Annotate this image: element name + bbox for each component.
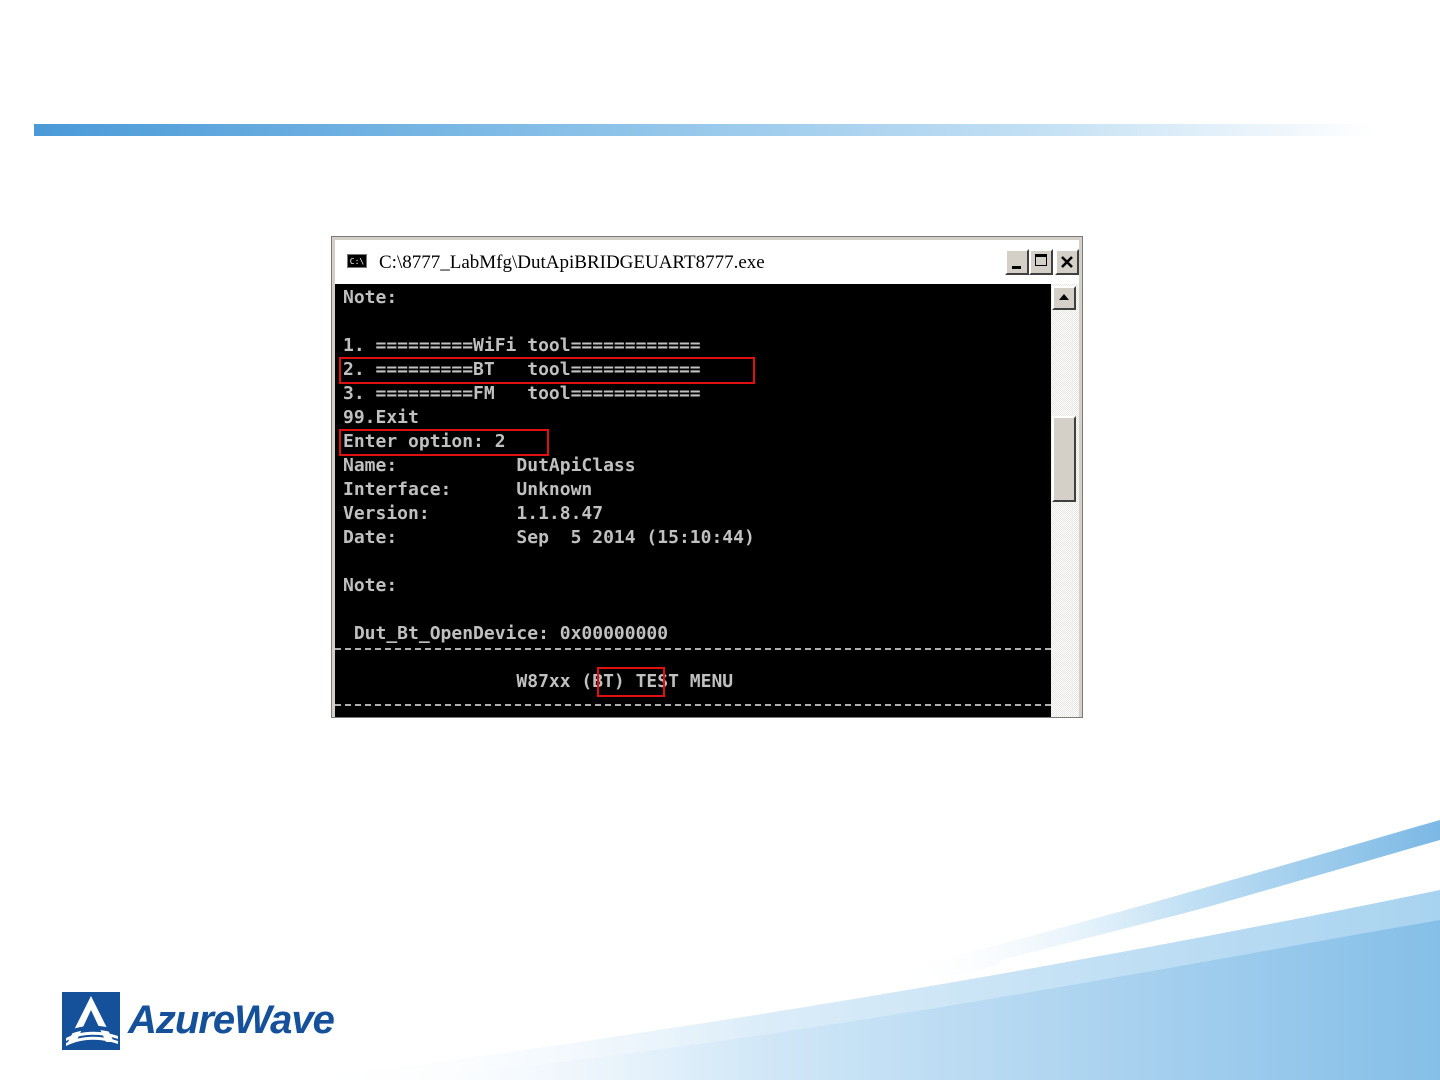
console-line: 3. =========FM tool============ bbox=[343, 383, 701, 404]
console-line: Interface: Unknown bbox=[343, 479, 593, 500]
console-line: W87xx (BT) TEST MENU bbox=[343, 671, 734, 692]
azurewave-logo: AzureWave bbox=[62, 992, 392, 1054]
azurewave-logo-icon bbox=[62, 992, 120, 1050]
console-line: Note: bbox=[343, 575, 398, 596]
minimize-button[interactable] bbox=[1005, 249, 1029, 275]
console-output[interactable]: Note: 1. =========WiFi tool============ … bbox=[335, 284, 1051, 717]
scroll-thumb[interactable] bbox=[1052, 416, 1076, 502]
console-line: 99.Exit bbox=[343, 407, 419, 428]
console-window[interactable]: C:\ C:\8777_LabMfg\DutApiBRIDGEUART8777.… bbox=[331, 236, 1083, 718]
console-line: Name: DutApiClass bbox=[343, 455, 636, 476]
console-line: Dut_Bt_OpenDevice: 0x00000000 bbox=[343, 623, 669, 644]
maximize-button[interactable] bbox=[1029, 249, 1053, 275]
highlight-bt-tool bbox=[339, 357, 755, 384]
console-line: 1. =========WiFi tool============ bbox=[343, 335, 701, 356]
console-icon[interactable]: C:\ bbox=[347, 254, 367, 268]
close-icon bbox=[1061, 256, 1073, 268]
console-line: Date: Sep 5 2014 (15:10:44) bbox=[343, 527, 755, 548]
scroll-up-button[interactable] bbox=[1052, 286, 1076, 310]
console-separator bbox=[335, 704, 1051, 706]
vertical-scrollbar[interactable] bbox=[1051, 284, 1079, 717]
console-line: Version: 1.1.8.47 bbox=[343, 503, 604, 524]
window-title: C:\8777_LabMfg\DutApiBRIDGEUART8777.exe bbox=[379, 252, 765, 273]
window-titlebar[interactable]: C:\ C:\8777_LabMfg\DutApiBRIDGEUART8777.… bbox=[335, 240, 1079, 284]
highlight-enter-option bbox=[339, 429, 549, 456]
console-separator bbox=[335, 648, 1051, 650]
header-divider-bar bbox=[34, 124, 1374, 136]
azurewave-logo-text: AzureWave bbox=[128, 998, 335, 1042]
slide: AzureWave C:\ C:\8777_LabMfg\DutApiBRIDG… bbox=[0, 0, 1440, 1080]
console-line: Note: bbox=[343, 287, 398, 308]
close-button[interactable] bbox=[1055, 249, 1079, 275]
highlight-bt-label bbox=[597, 667, 665, 697]
